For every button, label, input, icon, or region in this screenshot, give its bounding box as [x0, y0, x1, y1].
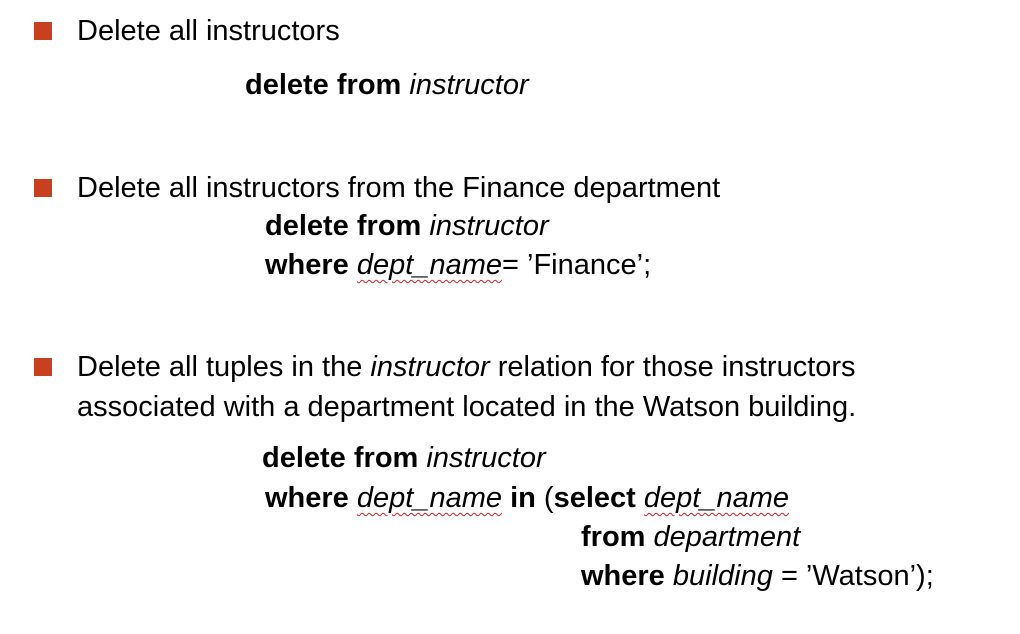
- kw-delete-from: delete from: [262, 442, 419, 474]
- query-3-line-3: from department: [581, 520, 800, 554]
- kw-delete-from: delete from: [265, 210, 422, 242]
- section-3-text-line2: associated with a department located in …: [77, 391, 857, 423]
- cond-rest: = ’Watson’);: [780, 560, 934, 592]
- bullet-text-2: Delete all instructors from the Finance …: [77, 171, 720, 205]
- query-3-line-2: where dept_name in (select dept_name: [265, 481, 789, 515]
- kw-from: from: [581, 521, 646, 553]
- bullet-text-3-line-2: associated with a department located in …: [77, 390, 856, 424]
- query-3-line-4: where building = ’Watson’);: [581, 559, 934, 593]
- bullet-3: [34, 358, 52, 376]
- attr-dept-name: dept_name: [356, 482, 503, 514]
- section-2-text: Delete all instructors from the Finance …: [77, 172, 721, 204]
- section-3-text-pre: Delete all tuples in the: [77, 351, 371, 383]
- relation-name: instructor: [426, 442, 546, 474]
- attr-dept-name: dept_name: [356, 249, 503, 281]
- kw-where: where: [581, 560, 665, 592]
- kw-where: where: [265, 482, 349, 514]
- query-2-line-1: delete from instructor: [265, 209, 549, 243]
- query-2-line-2: where dept_name= ’Finance’;: [265, 248, 651, 282]
- query-3-line-1: delete from instructor: [262, 441, 546, 475]
- condition-rest: = ’Finance’;: [502, 249, 652, 281]
- bullet-text-1: Delete all instructors: [77, 14, 340, 48]
- kw-where: where: [265, 249, 349, 281]
- sub-relation-name: department: [653, 521, 801, 553]
- sub-attr-dept-name: dept_name: [643, 482, 790, 514]
- bullet-text-3-line-1: Delete all tuples in the instructor rela…: [77, 350, 856, 384]
- cond-attr-building: building: [672, 560, 773, 592]
- query-1-line-1: delete from instructor: [245, 68, 529, 102]
- bullet-2: [34, 179, 52, 197]
- open-paren: (: [543, 482, 554, 514]
- bullet-1: [34, 22, 52, 40]
- relation-name: instructor: [409, 69, 529, 101]
- kw-delete-from: delete from: [245, 69, 402, 101]
- section-3-text-post: relation for those instructors: [489, 351, 856, 383]
- relation-name: instructor: [429, 210, 549, 242]
- section-3-text-italic: instructor: [370, 351, 490, 383]
- kw-select: select: [553, 482, 636, 514]
- section-1-text: Delete all instructors: [77, 15, 340, 47]
- kw-in: in: [510, 482, 536, 514]
